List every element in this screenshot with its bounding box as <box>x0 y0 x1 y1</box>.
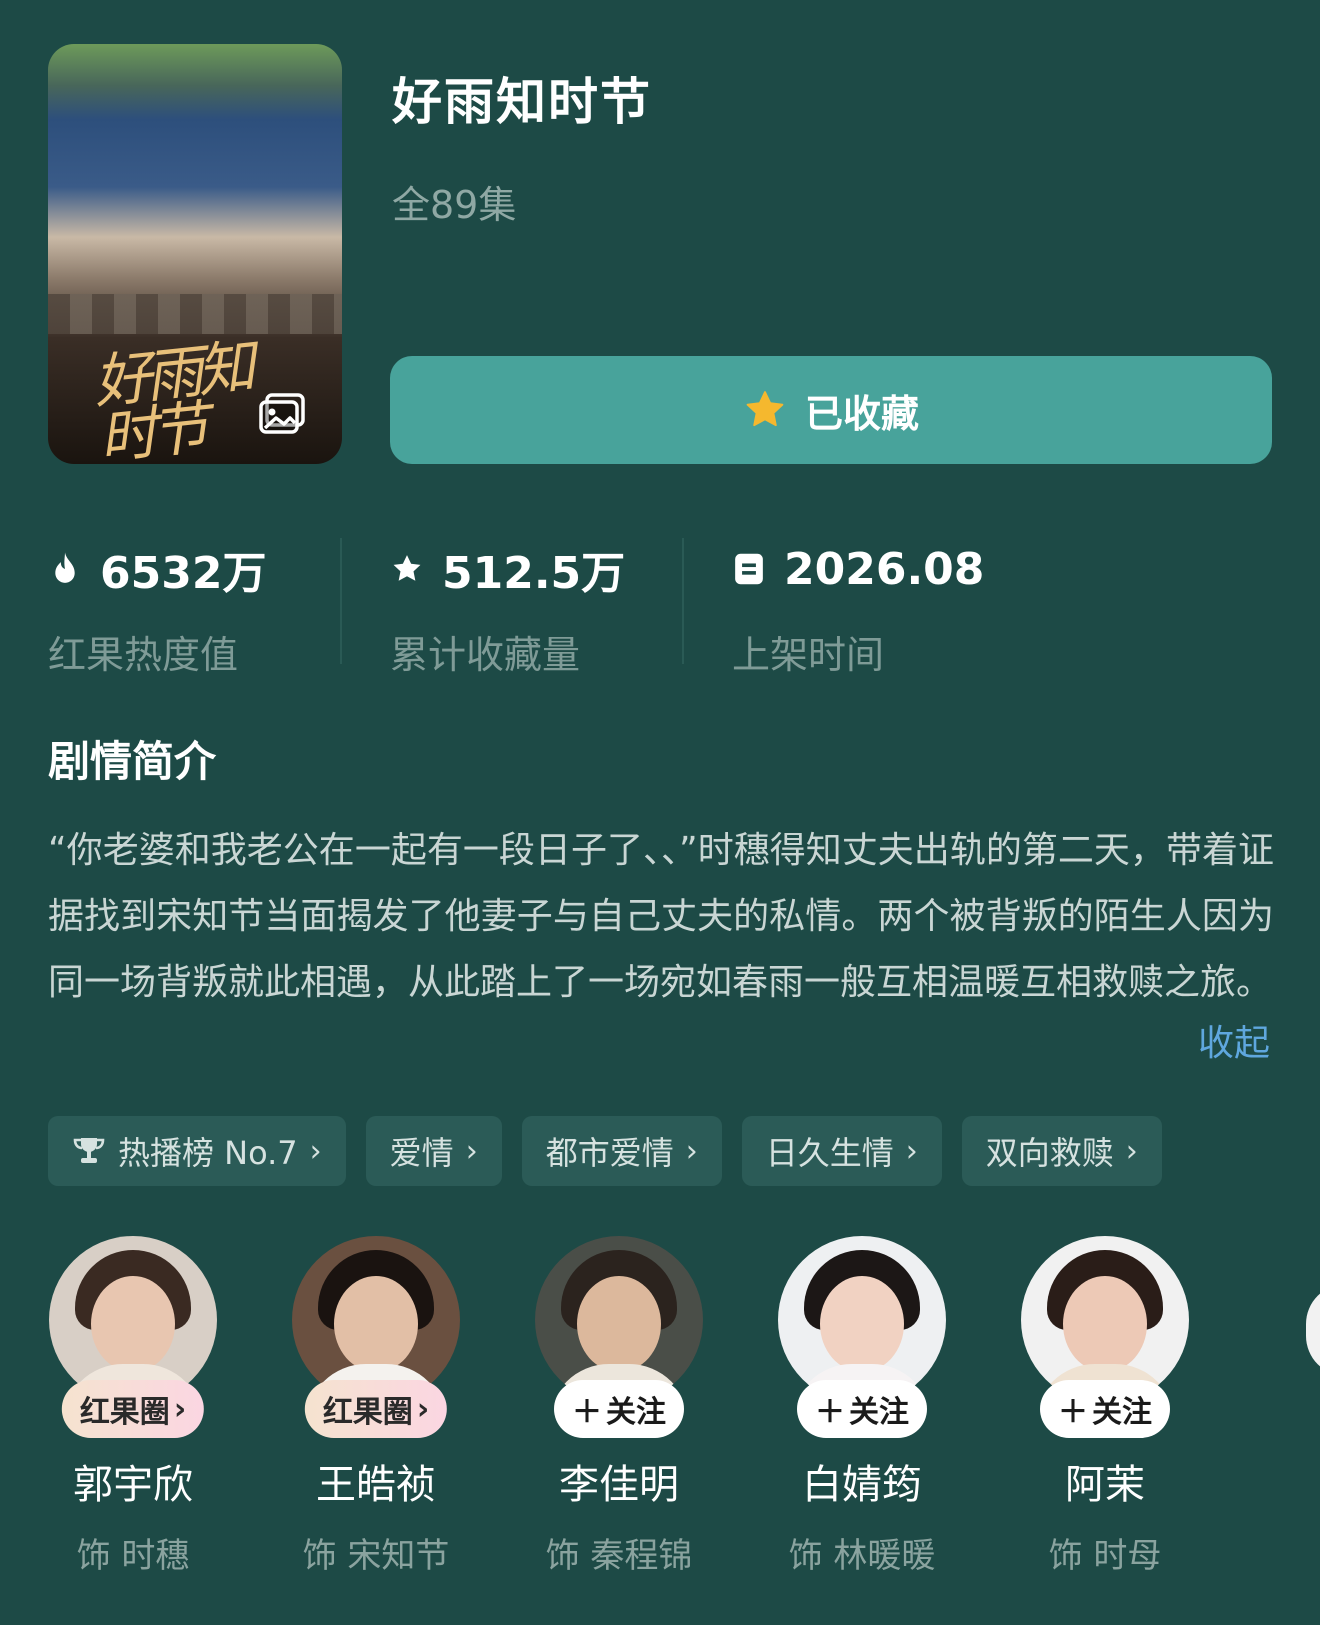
avatar[interactable] <box>778 1236 946 1404</box>
plus-icon: ＋ <box>815 1395 845 1430</box>
calendar-icon <box>735 553 763 585</box>
plus-icon: ＋ <box>1058 1395 1088 1430</box>
tag-slow-burn[interactable]: 日久生情 › <box>741 1116 942 1186</box>
actor-name: 阿茉 <box>1065 1462 1145 1508</box>
favorite-button-label: 已收藏 <box>804 391 919 436</box>
stat-popularity: 6532万 红果热度值 <box>48 534 267 677</box>
tag-ranking[interactable]: 热播榜 No.7 › <box>48 1116 346 1186</box>
pill-label: 关注 <box>849 1395 909 1430</box>
tag-romance[interactable]: 爱情 › <box>365 1116 502 1186</box>
cast-member[interactable]: 红果圈 › 郭宇欣 饰 时穗 <box>48 1236 218 1577</box>
hongguo-circle-button[interactable]: 红果圈 › <box>61 1380 205 1438</box>
avatar[interactable] <box>292 1236 460 1404</box>
pill-label: 关注 <box>1092 1395 1152 1430</box>
trophy-icon <box>73 1138 105 1163</box>
gallery-icon[interactable] <box>258 392 306 436</box>
episode-count: 全89集 <box>392 183 517 227</box>
flame-icon <box>55 552 75 583</box>
character-role: 饰 秦程锦 <box>545 1536 693 1576</box>
plus-icon: ＋ <box>572 1395 602 1430</box>
tag-list: 热播榜 No.7 › 爱情 › 都市爱情 › 日久生情 › 双向救赎 › <box>48 1116 1162 1186</box>
tag-label: 双向救赎 <box>985 1134 1114 1172</box>
stat-label: 上架时间 <box>732 633 885 677</box>
chevron-right-icon: › <box>1125 1133 1138 1169</box>
hongguo-circle-button[interactable]: 红果圈 › <box>304 1380 448 1438</box>
pill-label: 红果圈 <box>79 1395 170 1430</box>
actor-name: 郭宇欣 <box>73 1462 193 1508</box>
tag-label: 爱情 <box>389 1134 454 1172</box>
cast-list: 红果圈 › 郭宇欣 饰 时穗 红果圈 › 王皓祯 饰 宋知节 ＋ 关注 李佳明 … <box>48 1236 1318 1596</box>
pill-label: 红果圈 <box>322 1395 413 1430</box>
actor-name: 李佳明 <box>559 1462 679 1508</box>
synopsis-heading: 剧情简介 <box>48 737 217 786</box>
follow-button[interactable]: ＋ 关注 <box>1040 1380 1170 1438</box>
tag-label: 都市爱情 <box>545 1134 674 1172</box>
stat-favorites: 512.5万 累计收藏量 <box>390 534 626 677</box>
favorite-button[interactable]: 已收藏 <box>390 356 1272 464</box>
avatar[interactable] <box>1021 1236 1189 1404</box>
avatar[interactable] <box>535 1236 703 1404</box>
pill-label: 关注 <box>606 1395 666 1430</box>
chevron-right-icon: › <box>905 1133 918 1169</box>
stat-value: 6532万 <box>100 548 267 599</box>
poster-roof-decoration <box>48 294 342 334</box>
cast-member[interactable]: ＋ 关注 阿茉 饰 时母 <box>1020 1236 1190 1577</box>
stats-row: 6532万 红果热度值 512.5万 累计收藏量 2026.08 上架时间 <box>48 534 1272 678</box>
tag-mutual-redemption[interactable]: 双向救赎 › <box>961 1116 1162 1186</box>
synopsis-text: “你老婆和我老公在一起有一段日子了、、”时穗得知丈夫出轨的第二天，带着证据找到宋… <box>48 830 1274 1003</box>
cast-member[interactable]: ＋ 关注 李佳明 饰 秦程锦 <box>534 1236 704 1577</box>
character-role: 饰 时母 <box>1048 1536 1162 1576</box>
follow-button[interactable]: ＋ 关注 <box>554 1380 684 1438</box>
tag-label: 日久生情 <box>765 1134 894 1172</box>
stat-value: 512.5万 <box>442 548 626 599</box>
drama-title: 好雨知时节 <box>392 73 652 131</box>
chevron-right-icon: › <box>309 1133 322 1169</box>
character-role: 饰 林暖暖 <box>788 1536 936 1576</box>
avatar[interactable] <box>49 1236 217 1404</box>
tag-label: 热播榜 No.7 <box>118 1134 298 1172</box>
stat-label: 累计收藏量 <box>390 633 581 677</box>
chevron-right-icon: › <box>416 1391 430 1427</box>
chevron-right-icon: › <box>173 1391 187 1427</box>
star-icon <box>746 391 784 427</box>
tag-urban-romance[interactable]: 都市爱情 › <box>521 1116 722 1186</box>
divider <box>340 538 342 664</box>
chevron-right-icon: › <box>465 1133 478 1169</box>
actor-name: 白婧筠 <box>802 1462 922 1508</box>
stat-release-date: 2026.08 上架时间 <box>732 534 985 678</box>
star-icon <box>393 555 421 581</box>
stat-label: 红果热度值 <box>48 633 239 677</box>
character-role: 饰 时穗 <box>76 1536 190 1576</box>
actor-name: 王皓祯 <box>316 1462 436 1508</box>
chevron-right-icon: › <box>685 1133 698 1169</box>
cast-member[interactable]: ＋ 关注 白婧筠 饰 林暖暖 <box>777 1236 947 1577</box>
character-role: 饰 宋知节 <box>302 1536 450 1576</box>
drama-poster[interactable]: 好雨知时节 <box>48 44 342 464</box>
collapse-link[interactable]: 收起 <box>1198 1014 1270 1066</box>
divider <box>682 538 684 664</box>
follow-button[interactable]: ＋ 关注 <box>797 1380 927 1438</box>
stat-value: 2026.08 <box>784 543 985 595</box>
cast-member[interactable]: 红果圈 › 王皓祯 饰 宋知节 <box>291 1236 461 1577</box>
